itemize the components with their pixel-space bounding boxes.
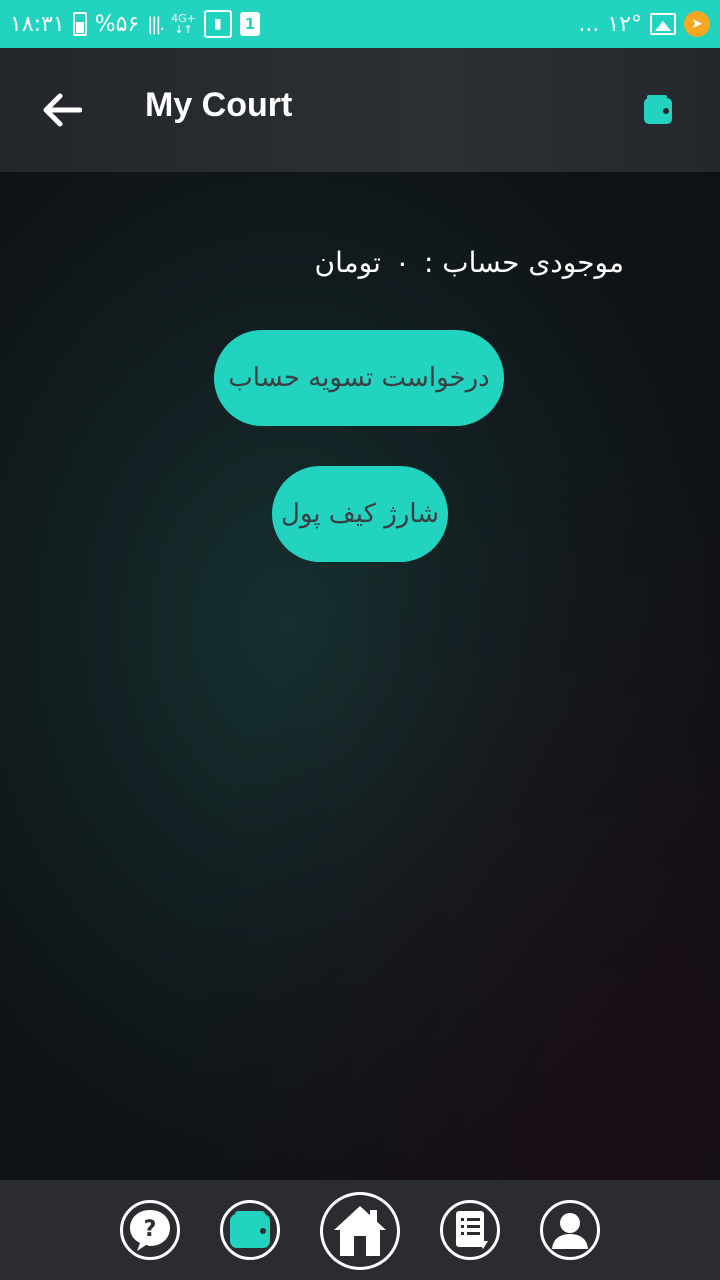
battery-icon bbox=[72, 12, 87, 36]
gallery-icon bbox=[650, 13, 676, 35]
nav-wallet[interactable] bbox=[220, 1200, 280, 1260]
status-left: ۱۸:۳۱ %۵۶ |||. 4G+ ↓↑ ▮ 1 bbox=[10, 10, 260, 38]
wallet-icon[interactable] bbox=[644, 95, 672, 124]
battery-percent: %۵۶ bbox=[94, 11, 140, 37]
signal-box-icon: ▮ bbox=[203, 10, 232, 38]
main-content: موجودی حساب : ۰ تومان درخواست تسویه حساب… bbox=[0, 172, 720, 1180]
wallet-icon bbox=[230, 1211, 270, 1248]
status-time: ۱۸:۳۱ bbox=[10, 11, 65, 37]
status-more: ... bbox=[578, 11, 600, 37]
signal-icon: |||. bbox=[147, 13, 165, 35]
balance-label: موجودی حساب : bbox=[423, 246, 624, 279]
nav-profile[interactable] bbox=[540, 1200, 600, 1260]
telegram-icon: ➤ bbox=[684, 11, 710, 37]
nav-list[interactable] bbox=[440, 1200, 500, 1260]
status-right: ... ۱۲° ➤ bbox=[578, 11, 710, 37]
balance-row: موجودی حساب : ۰ تومان bbox=[315, 246, 624, 279]
back-button[interactable] bbox=[38, 90, 86, 130]
status-temperature: ۱۲° bbox=[607, 11, 642, 37]
status-bar: ۱۸:۳۱ %۵۶ |||. 4G+ ↓↑ ▮ 1 ... ۱۲° ➤ bbox=[0, 0, 720, 48]
list-icon bbox=[456, 1211, 488, 1249]
app-bar: My Court bbox=[0, 48, 720, 172]
network-arrows: ↓↑ bbox=[174, 23, 193, 36]
nav-home[interactable] bbox=[320, 1192, 400, 1270]
svg-text:?: ? bbox=[144, 1217, 157, 1242]
page-title: My Court bbox=[145, 86, 293, 124]
network-4g-icon: 4G+ ↓↑ bbox=[171, 13, 196, 35]
profile-icon bbox=[552, 1213, 588, 1249]
bottom-nav: ? bbox=[0, 1180, 720, 1280]
nav-help[interactable]: ? bbox=[120, 1200, 180, 1260]
charge-wallet-button[interactable]: شارژ کیف پول bbox=[272, 466, 448, 562]
arrow-left-icon bbox=[43, 93, 82, 127]
help-icon: ? bbox=[130, 1210, 170, 1251]
settle-account-button[interactable]: درخواست تسویه حساب bbox=[214, 330, 504, 426]
balance-value: ۰ bbox=[394, 246, 410, 279]
sim-1-icon: 1 bbox=[239, 12, 260, 36]
home-icon bbox=[334, 1206, 386, 1256]
balance-currency: تومان bbox=[314, 246, 381, 279]
